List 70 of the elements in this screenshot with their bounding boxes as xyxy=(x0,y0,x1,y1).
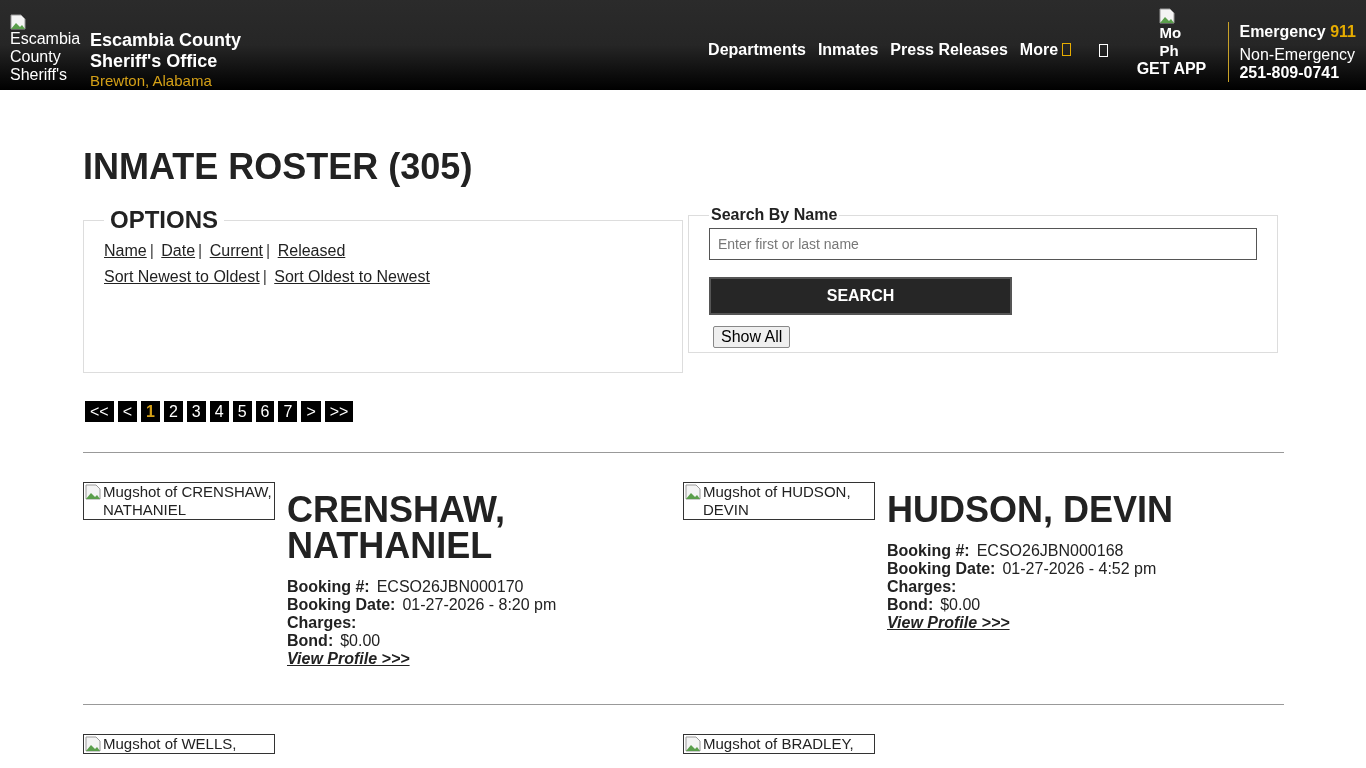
site-location: Brewton, Alabama xyxy=(90,72,213,89)
broken-image-icon xyxy=(85,484,101,500)
field-label: Booking #: xyxy=(887,542,970,560)
nav-dropdown[interactable]: More xyxy=(1019,41,1072,59)
broken-image-icon xyxy=(685,736,701,752)
app-image-alt-text: Mo Ph xyxy=(1159,24,1183,60)
search-legend: Search By Name xyxy=(709,206,840,224)
link-separator: | xyxy=(198,242,203,259)
page-link[interactable]: < xyxy=(117,401,138,422)
mugshot-alt-text: Mugshot of BRADLEY, xyxy=(703,735,854,753)
view-profile-link[interactable]: View Profile >>> xyxy=(287,650,410,667)
page-link[interactable]: 5 xyxy=(232,401,252,422)
non-emergency-number[interactable]: 251-809-0741 xyxy=(1239,64,1340,81)
get-app-link[interactable]: GET APP xyxy=(1136,60,1207,78)
options-legend: OPTIONS xyxy=(104,206,224,234)
page-link[interactable]: 3 xyxy=(186,401,206,422)
view-profile-link[interactable]: View Profile >>> xyxy=(887,614,1010,631)
missing-glyph-icon xyxy=(1062,43,1072,56)
logo-alt-text: Escambia County Sheriff's xyxy=(10,30,82,84)
page-link[interactable]: 4 xyxy=(209,401,229,422)
field-value: ECSO26JBN000168 xyxy=(976,542,1124,560)
mugshot-alt-text: Mugshot of CRENSHAW, NATHANIEL xyxy=(103,483,273,519)
sort-link[interactable]: Current xyxy=(209,242,264,259)
field-label: Charges: xyxy=(887,578,957,596)
sort-link[interactable]: Name xyxy=(104,242,147,259)
page-link[interactable]: > xyxy=(301,401,321,422)
link-separator: | xyxy=(262,268,267,285)
field-label: Booking #: xyxy=(287,578,370,596)
emergency-label: Emergency xyxy=(1239,23,1326,40)
field-value: 01-27-2026 - 4:52 pm xyxy=(1002,560,1157,578)
field-value: 01-27-2026 - 8:20 pm xyxy=(402,596,557,614)
site-title[interactable]: Escambia County Sheriff's Office xyxy=(90,30,260,72)
missing-glyph-icon[interactable] xyxy=(1099,43,1109,57)
page-link[interactable]: 2 xyxy=(163,401,183,422)
sort-link[interactable]: Date xyxy=(161,242,196,259)
broken-image-icon xyxy=(85,736,101,752)
page-link[interactable]: 1 xyxy=(141,401,160,422)
search-button[interactable]: SEARCH xyxy=(709,277,1012,315)
page-link[interactable]: >> xyxy=(324,401,354,422)
field-label: Bond: xyxy=(887,596,934,614)
broken-image-icon xyxy=(1159,8,1176,24)
nav-link[interactable]: Inmates xyxy=(817,41,879,59)
mugshot-alt-text: Mugshot of WELLS, xyxy=(103,735,237,753)
non-emergency-label: Non-Emergency xyxy=(1239,46,1356,64)
broken-image-icon xyxy=(685,484,701,500)
emergency-number[interactable]: 911 xyxy=(1330,23,1356,40)
sort-link[interactable]: Released xyxy=(277,242,346,259)
page-link[interactable]: 7 xyxy=(278,401,298,422)
show-all-button[interactable]: Show All xyxy=(713,326,791,348)
page-title: INMATE ROSTER (305) xyxy=(83,146,474,188)
order-link[interactable]: Sort Oldest to Newest xyxy=(274,268,430,285)
inmate-name[interactable]: HUDSON, DEVIN xyxy=(887,492,1267,528)
inmate-name[interactable]: CRENSHAW, NATHANIEL xyxy=(287,492,667,564)
page-link[interactable]: 6 xyxy=(255,401,275,422)
field-label: Charges: xyxy=(287,614,357,632)
field-label: Bond: xyxy=(287,632,334,650)
order-link[interactable]: Sort Newest to Oldest xyxy=(104,268,260,285)
field-label: Booking Date: xyxy=(887,560,996,578)
broken-image-icon xyxy=(10,14,26,30)
link-separator: | xyxy=(266,242,271,259)
field-label: Booking Date: xyxy=(287,596,396,614)
nav-link[interactable]: Press Releases xyxy=(890,41,1008,59)
link-separator: | xyxy=(149,242,154,259)
nav-link[interactable]: Departments xyxy=(708,41,806,59)
field-value: $0.00 xyxy=(940,596,981,614)
name-search-field[interactable]: Enter first or last name xyxy=(709,228,1257,261)
page-link[interactable]: << xyxy=(85,401,114,422)
mugshot-alt-text: Mugshot of HUDSON, DEVIN xyxy=(703,483,852,519)
field-value: $0.00 xyxy=(340,632,381,650)
field-value: ECSO26JBN000170 xyxy=(376,578,524,596)
